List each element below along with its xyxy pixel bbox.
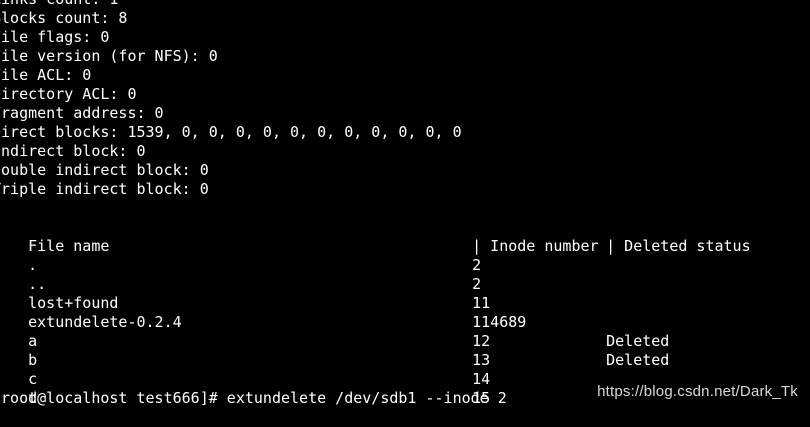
row-deleted-status: Deleted <box>606 332 670 350</box>
row-inode-number: 2 <box>472 275 482 293</box>
row-file-name: c <box>28 370 38 388</box>
row-inode-number: 13 <box>472 351 491 369</box>
output-line-file-flags: File flags: 0 <box>0 28 110 46</box>
row-file-name: a <box>28 332 38 350</box>
terminal-output[interactable]: Links count: 1 Blocks count: 8 File flag… <box>0 0 810 408</box>
row-inode-number: 114689 <box>472 313 527 331</box>
output-line-links-count: Links count: 1 <box>0 0 810 9</box>
header-inode-number: | Inode number <box>472 237 599 255</box>
output-line-file-acl: File ACL: 0 <box>0 66 92 84</box>
output-line-triple-indirect-block: Triple indirect block: 0 <box>0 180 209 198</box>
output-line-indirect-block: Indirect block: 0 <box>0 142 146 160</box>
row-inode-number: 2 <box>472 256 482 274</box>
watermark-url: https://blog.csdn.net/Dark_Tk <box>597 383 798 400</box>
row-inode-number: 12 <box>472 332 491 350</box>
header-deleted-status: | Deleted status <box>606 237 751 255</box>
row-file-name: b <box>28 351 38 369</box>
output-line-double-indirect-block: Double indirect block: 0 <box>0 161 209 179</box>
row-file-name: extundelete-0.2.4 <box>28 313 182 331</box>
output-line-direct-blocks: Direct blocks: 1539, 0, 0, 0, 0, 0, 0, 0… <box>0 123 462 141</box>
header-file-name: File name <box>28 237 110 255</box>
row-inode-number: 14 <box>472 370 491 388</box>
output-line-blocks-count: Blocks count: 8 <box>0 9 128 27</box>
row-deleted-status: Deleted <box>606 351 670 369</box>
row-file-name: .. <box>28 275 47 293</box>
output-line-file-version: File version (for NFS): 0 <box>0 47 218 65</box>
output-line-directory-acl: Directory ACL: 0 <box>0 85 137 103</box>
row-inode-number: 11 <box>472 294 491 312</box>
row-file-name: lost+found <box>28 294 119 312</box>
output-line-fragment-address: Fragment address: 0 <box>0 104 164 122</box>
table-header: File name | Inode number | Deleted status <box>0 218 810 255</box>
row-file-name: . <box>28 256 38 274</box>
